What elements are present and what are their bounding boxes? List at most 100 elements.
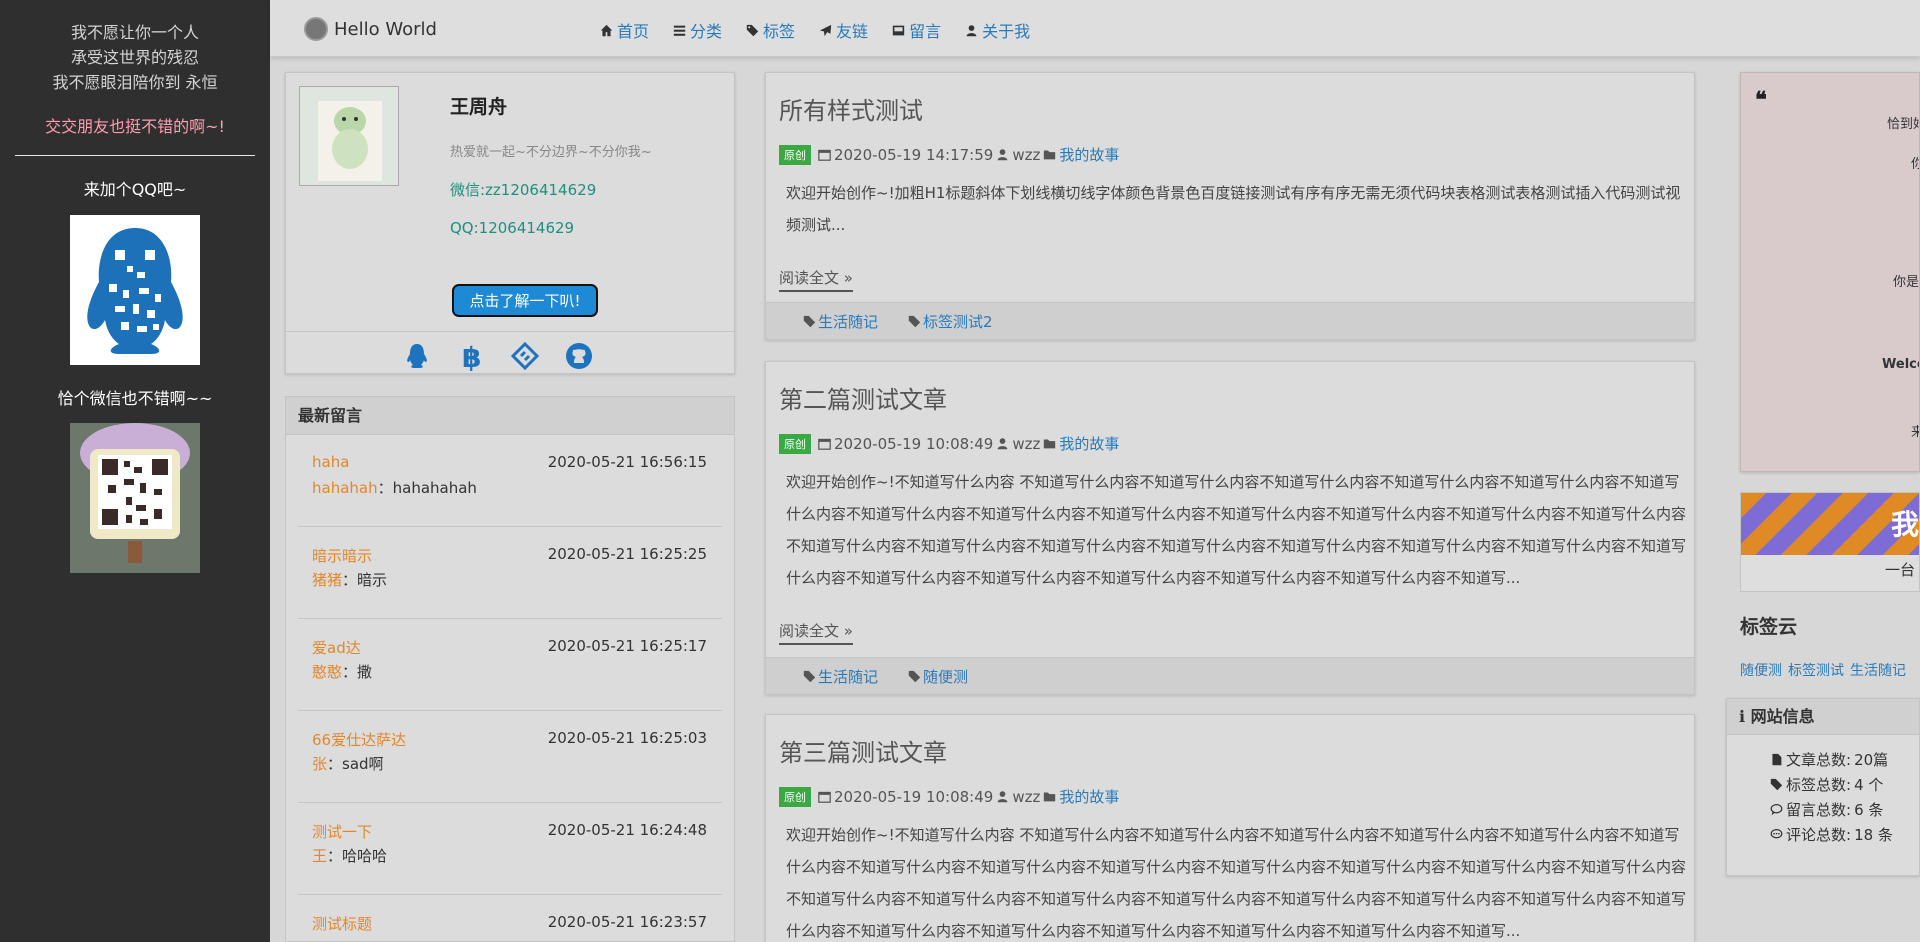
tag-label: 生活随记 <box>818 312 879 331</box>
nav-messages[interactable]: 留言 <box>892 18 941 42</box>
profile-avatar <box>299 86 399 186</box>
message-author: 王 <box>312 847 328 865</box>
nav-about[interactable]: 关于我 <box>965 18 1030 42</box>
site-info-row: 文章总数: 20篇 <box>1727 747 1919 772</box>
article-tag[interactable]: 随便测 <box>908 666 968 687</box>
article-category[interactable]: 我的故事 <box>1059 786 1119 807</box>
message-content: 暗示 <box>357 571 388 589</box>
nav-home[interactable]: 首页 <box>600 18 649 42</box>
message-content: sad啊 <box>342 755 384 773</box>
read-more-link[interactable]: 阅读全文 » <box>779 267 853 292</box>
message-content: 哈哈哈 <box>342 847 388 865</box>
profile-motto: 热爱就一起~不分边界~不分你我~ <box>450 145 652 160</box>
home-icon <box>600 24 613 36</box>
article-meta: 原创 2020-05-19 10:08:49 wzz 我的故事 <box>779 433 1119 454</box>
striped-banner: 我 <box>1741 493 1919 555</box>
poem-line: 承受这世界的残忍 <box>70 48 199 67</box>
tagcloud-item[interactable]: 随便测 <box>1740 660 1782 680</box>
nav-categories[interactable]: 分类 <box>673 18 722 42</box>
site-info-label: 留言总数: <box>1786 801 1852 819</box>
read-more-link[interactable]: 阅读全文 » <box>779 620 853 645</box>
site-info-row: 评论总数: 18 条 <box>1727 822 1919 847</box>
nav-links[interactable]: 友链 <box>819 18 868 42</box>
message-item[interactable]: 暗示暗示 2020-05-21 16:25:25 猪猪：暗示 <box>298 527 722 619</box>
article-title[interactable]: 第三篇测试文章 <box>779 733 947 768</box>
article-tag[interactable]: 标签测试2 <box>908 311 993 332</box>
article-tag[interactable]: 生活随记 <box>803 666 878 687</box>
site-brand[interactable]: Hello World <box>304 17 437 41</box>
left-sidebar: 我不愿让你一个人 承受这世界的残忍 我不愿眼泪陪你到 永恒 交交朋友也挺不错的啊… <box>0 0 270 942</box>
original-badge: 原创 <box>779 786 811 807</box>
message-item[interactable]: haha 2020-05-21 16:56:15 hahahah：hahahah… <box>298 435 722 527</box>
message-name[interactable]: 爱ad达 <box>312 637 361 658</box>
bitcoin-link[interactable]: ฿ <box>456 341 486 375</box>
article-category[interactable]: 我的故事 <box>1059 433 1119 454</box>
code-link[interactable] <box>510 341 540 375</box>
message-item[interactable]: 测试一下 2020-05-21 16:24:48 王：哈哈哈 <box>298 803 722 895</box>
tags-icon <box>746 24 759 36</box>
site-logo-icon <box>304 17 328 41</box>
qq-link[interactable] <box>402 341 432 375</box>
user-icon <box>966 24 977 36</box>
article-title[interactable]: 所有样式测试 <box>779 91 923 126</box>
article-author: wzz <box>1012 434 1041 453</box>
tag-label: 标签测试2 <box>923 312 993 331</box>
message-content: hahahahah <box>392 479 477 497</box>
github-icon <box>566 343 592 369</box>
tags-icon <box>1770 778 1783 791</box>
nav-tags[interactable]: 标签 <box>746 18 795 42</box>
learn-more-button[interactable]: 点击了解一下叭! <box>452 284 598 317</box>
paper-plane-icon <box>819 24 832 36</box>
quote-line: 你 <box>1911 153 1919 172</box>
article-date: 2020-05-19 10:08:49 <box>834 434 994 453</box>
message-item[interactable]: 爱ad达 2020-05-21 16:25:17 憨憨：撒 <box>298 619 722 711</box>
wechat-title: 恰个微信也不错啊~~ <box>57 389 213 408</box>
tagcloud-item[interactable]: 标签测试 <box>1788 660 1844 680</box>
github-link[interactable] <box>564 341 594 375</box>
original-badge: 原创 <box>779 144 811 165</box>
profile-divider <box>286 331 734 332</box>
messages-title: 最新留言 <box>286 397 734 435</box>
site-info-value: 18 条 <box>1854 826 1893 844</box>
article-category[interactable]: 我的故事 <box>1059 144 1119 165</box>
tag-icon <box>908 315 921 327</box>
message-name[interactable]: 测试一下 <box>312 821 372 842</box>
article-meta: 原创 2020-05-19 14:17:59 wzz 我的故事 <box>779 144 1119 165</box>
message-content: 撒 <box>357 663 373 681</box>
tagcloud-item[interactable]: 生活随记 <box>1850 660 1906 680</box>
message-time: 2020-05-21 16:25:03 <box>547 729 707 747</box>
folder-icon <box>1044 792 1056 802</box>
message-item[interactable]: 66爱仕达萨达 2020-05-21 16:25:03 张：sad啊 <box>298 711 722 803</box>
message-name[interactable]: 测试标题 <box>312 913 372 934</box>
message-line: 张：sad啊 <box>312 755 384 773</box>
site-info-rows: 文章总数: 20篇 标签总数: 4 个 留言总数: 6 条 评论总数: 18 条 <box>1727 735 1919 847</box>
site-info-row: 标签总数: 4 个 <box>1727 772 1919 797</box>
message-author: 憨憨 <box>312 663 343 681</box>
article-excerpt: 欢迎开始创作~!不知道写什么内容 不知道写什么内容不知道写什么内容不知道写什么内… <box>786 473 1687 587</box>
article-title[interactable]: 第二篇测试文章 <box>779 380 947 415</box>
message-item[interactable]: 测试标题 2020-05-21 16:23:57 <box>298 895 722 941</box>
message-name[interactable]: 暗示暗示 <box>312 545 372 566</box>
profile-card: 王周舟 热爱就一起~不分边界~不分你我~ 微信:zz1206414629 QQ:… <box>285 72 735 374</box>
message-author: hahahah <box>312 479 378 497</box>
calendar-icon <box>818 791 831 803</box>
nav-label: 友链 <box>836 22 869 41</box>
article-card: 第三篇测试文章 原创 2020-05-19 10:08:49 wzz 我的故事 … <box>765 714 1695 942</box>
message-name[interactable]: haha <box>312 453 349 471</box>
info-icon: ℹ <box>1739 707 1746 726</box>
site-info-value: 6 条 <box>1854 801 1884 819</box>
site-info-label: 标签总数: <box>1786 776 1852 794</box>
article-card: 第二篇测试文章 原创 2020-05-19 10:08:49 wzz 我的故事 … <box>765 361 1695 695</box>
message-time: 2020-05-21 16:23:57 <box>547 913 707 931</box>
message-author: 猪猪 <box>312 571 343 589</box>
site-info-label: 文章总数: <box>1786 751 1852 769</box>
message-name[interactable]: 66爱仕达萨达 <box>312 729 406 750</box>
tagcloud: 随便测 标签测试 生活随记 <box>1740 660 1906 680</box>
article-tag[interactable]: 生活随记 <box>803 311 878 332</box>
tag-label: 随便测 <box>923 667 969 686</box>
article-tags: 生活随记 随便测 <box>766 657 1694 694</box>
folder-icon <box>1044 150 1056 160</box>
article-date: 2020-05-19 10:08:49 <box>834 787 994 806</box>
file-icon <box>1772 753 1782 766</box>
list-icon <box>673 25 686 36</box>
